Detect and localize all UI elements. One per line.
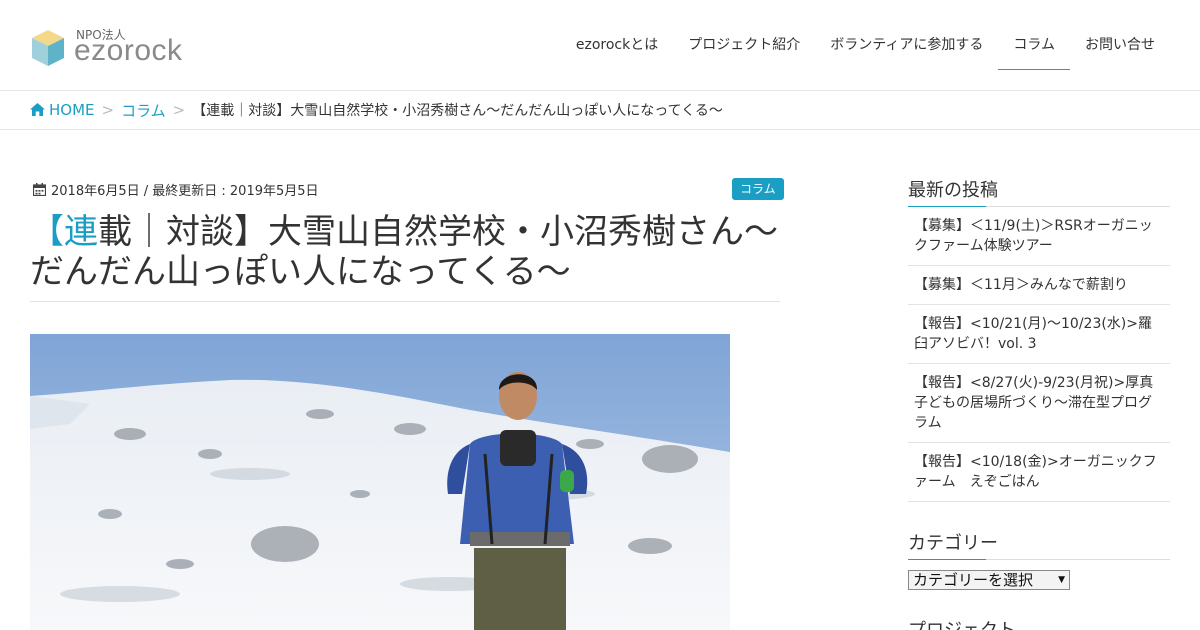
- site-logo[interactable]: NPO法人 ezorock: [30, 26, 200, 70]
- breadcrumb: HOME > コラム > 【連載｜対談】大雪山自然学校・小沼秀樹さん～だんだん山…: [0, 91, 1200, 130]
- home-icon: [30, 103, 45, 116]
- project-heading: プロジェクト: [908, 616, 1170, 630]
- category-select-value: カテゴリーを選択: [913, 571, 1034, 589]
- category-heading: カテゴリー: [908, 529, 1170, 560]
- post-date: 2018年6月5日 / 最終更新日 : 2019年5月5日: [51, 184, 319, 199]
- site-header: NPO法人 ezorock ezorockとは プロジェクト紹介 ボランティアに…: [0, 0, 1200, 91]
- nav-item-projects[interactable]: プロジェクト紹介: [673, 0, 815, 91]
- category-select[interactable]: カテゴリーを選択 ▼: [908, 570, 1070, 590]
- breadcrumb-home[interactable]: HOME: [30, 101, 95, 119]
- breadcrumb-separator: >: [101, 101, 115, 119]
- recent-posts-heading: 最新の投稿: [908, 176, 1170, 207]
- breadcrumb-current: 【連載｜対談】大雪山自然学校・小沼秀樹さん～だんだん山っぽい人になってくる～: [192, 103, 723, 119]
- breadcrumb-category[interactable]: コラム: [121, 100, 166, 121]
- post-title: 【連載｜対談】大雪山自然学校・小沼秀樹さん～だんだん山っぽい人になってくる～: [30, 212, 780, 292]
- nav-item-volunteer[interactable]: ボランティアに参加する: [815, 0, 998, 91]
- recent-post-item[interactable]: 【報告】<8/27(火)-9/23(月祝)>厚真子どもの居場所づくり～滞在型プロ…: [908, 364, 1170, 443]
- recent-post-item[interactable]: 【募集】＜11/9(土)＞RSRオーガニックファーム体験ツアー: [908, 207, 1170, 266]
- post-title-accent: 【連: [30, 212, 98, 252]
- recent-posts-list: 【募集】＜11/9(土)＞RSRオーガニックファーム体験ツアー 【募集】＜11月…: [908, 207, 1170, 502]
- recent-post-item[interactable]: 【報告】<10/21(月)～10/23(水)>羅臼アソビバ！vol. 3: [908, 305, 1170, 364]
- cube-logo-icon: [32, 30, 64, 66]
- logo-name: ezorock: [74, 34, 183, 67]
- category-badge[interactable]: コラム: [732, 178, 784, 200]
- featured-image: [30, 334, 730, 630]
- breadcrumb-separator: >: [172, 101, 186, 119]
- main-nav: ezorockとは プロジェクト紹介 ボランティアに参加する コラム お問い合せ: [561, 0, 1170, 91]
- post-title-text: 載｜対談】大雪山自然学校・小沼秀樹さん～だんだん山っぽい人になってくる～: [30, 212, 778, 292]
- nav-item-contact[interactable]: お問い合せ: [1070, 0, 1170, 91]
- breadcrumb-home-label: HOME: [49, 101, 95, 119]
- recent-post-item[interactable]: 【募集】＜11月＞みんなで薪割り: [908, 266, 1170, 305]
- nav-item-about[interactable]: ezorockとは: [561, 0, 673, 91]
- title-divider: [30, 301, 780, 302]
- post-meta: 2018年6月5日 / 最終更新日 : 2019年5月5日: [33, 180, 319, 199]
- chevron-down-icon: ▼: [1058, 575, 1065, 585]
- calendar-icon: [33, 183, 46, 196]
- recent-post-item[interactable]: 【報告】<10/18(金)>オーガニックファーム えぞごはん: [908, 443, 1170, 502]
- nav-item-column[interactable]: コラム: [998, 0, 1070, 91]
